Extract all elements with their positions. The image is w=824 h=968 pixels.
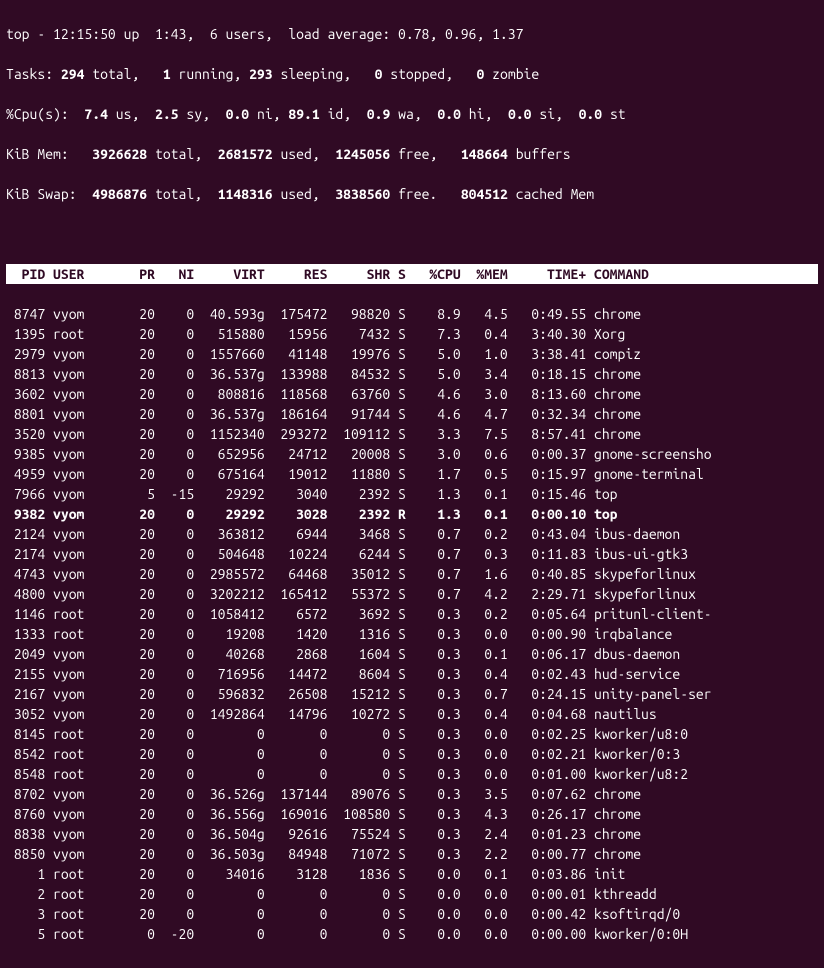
process-row: 1395 root 20 0 515880 15956 7432 S 7.3 0… [6, 324, 818, 344]
blank-line [6, 224, 818, 244]
process-row: 3602 vyom 20 0 808816 118568 63760 S 4.6… [6, 384, 818, 404]
summary-line-top: top - 12:15:50 up 1:43, 6 users, load av… [6, 24, 818, 44]
process-table-header: PID USER PR NI VIRT RES SHR S %CPU %MEM … [6, 264, 818, 284]
summary-line-mem: KiB Mem: 3926628 total, 2681572 used, 12… [6, 144, 818, 164]
process-row: 8145 root 20 0 0 0 0 S 0.3 0.0 0:02.25 k… [6, 724, 818, 744]
process-row: 2155 vyom 20 0 716956 14472 8604 S 0.3 0… [6, 664, 818, 684]
terminal-output: top - 12:15:50 up 1:43, 6 users, load av… [0, 0, 824, 968]
process-row: 3520 vyom 20 0 1152340 293272 109112 S 3… [6, 424, 818, 444]
process-row: 2124 vyom 20 0 363812 6944 3468 S 0.7 0.… [6, 524, 818, 544]
process-row: 4743 vyom 20 0 2985572 64468 35012 S 0.7… [6, 564, 818, 584]
process-row: 1333 root 20 0 19208 1420 1316 S 0.3 0.0… [6, 624, 818, 644]
process-row: 8760 vyom 20 0 36.556g 169016 108580 S 0… [6, 804, 818, 824]
process-row: 8813 vyom 20 0 36.537g 133988 84532 S 5.… [6, 364, 818, 384]
process-row: 3052 vyom 20 0 1492864 14796 10272 S 0.3… [6, 704, 818, 724]
process-row: 8850 vyom 20 0 36.503g 84948 71072 S 0.3… [6, 844, 818, 864]
summary-line-cpu: %Cpu(s): 7.4 us, 2.5 sy, 0.0 ni, 89.1 id… [6, 104, 818, 124]
process-table-body: 8747 vyom 20 0 40.593g 175472 98820 S 8.… [6, 304, 818, 944]
process-row: 8838 vyom 20 0 36.504g 92616 75524 S 0.3… [6, 824, 818, 844]
process-row: 9385 vyom 20 0 652956 24712 20008 S 3.0 … [6, 444, 818, 464]
process-row: 2174 vyom 20 0 504648 10224 6244 S 0.7 0… [6, 544, 818, 564]
process-row: 4800 vyom 20 0 3202212 165412 55372 S 0.… [6, 584, 818, 604]
process-row: 7966 vyom 5 -15 29292 3040 2392 S 1.3 0.… [6, 484, 818, 504]
process-row: 1 root 20 0 34016 3128 1836 S 0.0 0.1 0:… [6, 864, 818, 884]
summary-line-tasks: Tasks: 294 total, 1 running, 293 sleepin… [6, 64, 818, 84]
process-row: 8702 vyom 20 0 36.526g 137144 89076 S 0.… [6, 784, 818, 804]
summary-line-swap: KiB Swap: 4986876 total, 1148316 used, 3… [6, 184, 818, 204]
process-row: 2 root 20 0 0 0 0 S 0.0 0.0 0:00.01 kthr… [6, 884, 818, 904]
process-row: 2979 vyom 20 0 1557660 41148 19976 S 5.0… [6, 344, 818, 364]
process-row: 9382 vyom 20 0 29292 3028 2392 R 1.3 0.1… [6, 504, 818, 524]
process-row: 5 root 0 -20 0 0 0 S 0.0 0.0 0:00.00 kwo… [6, 924, 818, 944]
process-row: 4959 vyom 20 0 675164 19012 11880 S 1.7 … [6, 464, 818, 484]
process-row: 8801 vyom 20 0 36.537g 186164 91744 S 4.… [6, 404, 818, 424]
process-row: 2167 vyom 20 0 596832 26508 15212 S 0.3 … [6, 684, 818, 704]
process-row: 8548 root 20 0 0 0 0 S 0.3 0.0 0:01.00 k… [6, 764, 818, 784]
process-row: 3 root 20 0 0 0 0 S 0.0 0.0 0:00.42 ksof… [6, 904, 818, 924]
process-row: 1146 root 20 0 1058412 6572 3692 S 0.3 0… [6, 604, 818, 624]
process-row: 8542 root 20 0 0 0 0 S 0.3 0.0 0:02.21 k… [6, 744, 818, 764]
process-row: 8747 vyom 20 0 40.593g 175472 98820 S 8.… [6, 304, 818, 324]
process-row: 2049 vyom 20 0 40268 2868 1604 S 0.3 0.1… [6, 644, 818, 664]
